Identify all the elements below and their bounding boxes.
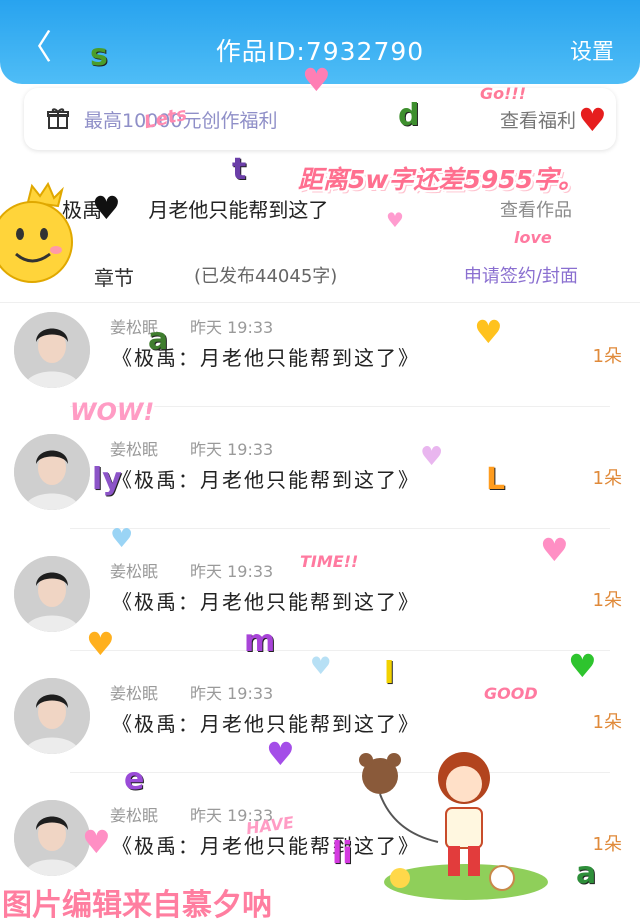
comment-author: 姜松眠	[110, 562, 159, 581]
chapter-count: (已发布44045字)	[194, 266, 338, 287]
letter-sticker: t	[232, 152, 247, 187]
heart-icon: ♥	[266, 735, 295, 773]
love-sticker: love	[514, 228, 552, 247]
comment-text: 《极禹：月老他只能帮到这了》	[112, 468, 420, 492]
go-sticker: Go!!!	[480, 84, 527, 103]
chapter-label[interactable]: 章节	[94, 262, 134, 291]
avatar[interactable]	[14, 312, 90, 388]
heart-icon: ♥	[82, 823, 111, 861]
letter-sticker: li	[332, 836, 353, 871]
smiley-crown-sticker	[0, 181, 73, 283]
girl-bear-sticker	[359, 752, 548, 900]
divider	[70, 528, 610, 529]
divider	[70, 650, 610, 651]
avatar[interactable]	[14, 434, 90, 510]
comment-author: 姜松眠	[110, 440, 159, 459]
heart-icon: ♥	[110, 524, 134, 554]
work-subtitle: 月老他只能帮到这了	[148, 198, 329, 222]
comment-author: 姜松眠	[110, 806, 159, 825]
apply-sign-cover-link[interactable]: 申请签约/封面	[464, 262, 578, 288]
letter-sticker: e	[124, 762, 145, 797]
heart-icon: ♥	[302, 61, 331, 99]
settings-button[interactable]: 设置	[570, 34, 614, 66]
heart-icon: ♥	[386, 208, 404, 232]
gift-count: 1朵	[592, 590, 622, 611]
heart-icon: ♥	[92, 189, 121, 227]
gift-count: 1朵	[592, 468, 622, 489]
avatar[interactable]	[14, 556, 90, 632]
gift-icon	[47, 108, 69, 129]
divider	[0, 302, 640, 303]
gift-count: 1朵	[592, 834, 622, 855]
wow-sticker: WOW!	[70, 398, 155, 426]
time-sticker: TIME!!	[300, 552, 359, 571]
letter-sticker: a	[148, 322, 169, 357]
letter-sticker: ly	[92, 462, 122, 497]
comment-text: 《极禹：月老他只能帮到这了》	[112, 712, 420, 736]
heart-icon: ♥	[578, 101, 607, 139]
heart-icon: ♥	[540, 531, 569, 569]
comment-time: 昨天 19:33	[190, 318, 274, 337]
comment-author: 姜松眠	[110, 684, 159, 703]
letter-sticker: a	[576, 856, 597, 891]
view-work-link[interactable]: 查看作品	[500, 196, 572, 222]
letter-sticker: L	[486, 462, 506, 497]
gift-count: 1朵	[592, 346, 622, 367]
letter-sticker: s	[90, 38, 108, 73]
word-count-banner: 距离5w字还差5955字。	[298, 165, 584, 194]
gift-count: 1朵	[592, 712, 622, 733]
heart-icon: ♥	[86, 625, 115, 663]
watermark: 图片编辑来自慕夕呐	[2, 888, 272, 923]
view-welfare-link[interactable]: 查看福利	[500, 106, 576, 133]
heart-icon: ♥	[568, 647, 597, 685]
comment-time: 昨天 19:33	[190, 440, 274, 459]
letter-sticker: m	[244, 624, 276, 659]
heart-icon: ♥	[420, 442, 444, 472]
comment-time: 昨天 19:33	[190, 684, 274, 703]
heart-icon: ♥	[310, 652, 332, 680]
letter-sticker: d	[398, 98, 420, 133]
good-sticker: GOOD	[484, 684, 538, 703]
avatar[interactable]	[14, 678, 90, 754]
comment-time: 昨天 19:33	[190, 562, 274, 581]
avatar[interactable]	[14, 800, 90, 876]
heart-icon: ♥	[474, 313, 503, 351]
comment-text: 《极禹：月老他只能帮到这了》	[112, 590, 420, 614]
letter-sticker: l	[384, 656, 395, 691]
